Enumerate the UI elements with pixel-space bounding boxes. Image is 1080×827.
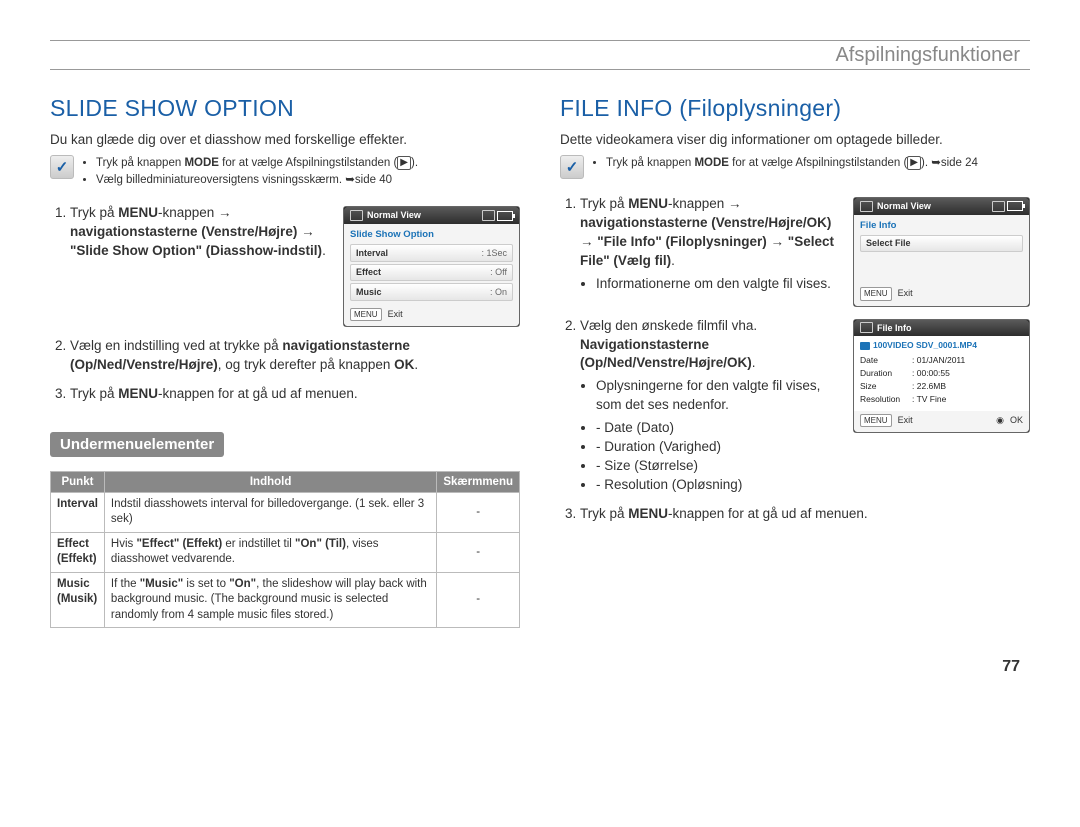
right-intro: Dette videokamera viser dig informatione…: [560, 132, 1030, 147]
info-row: ResolutionTV Fine: [860, 394, 1023, 406]
step-3: Tryk på MENU-knappen for at gå ud af men…: [70, 385, 520, 404]
table-row: Effect(Effekt) Hvis "Effect" (Effekt) er…: [51, 532, 520, 572]
manual-page: Afspilningsfunktioner SLIDE SHOW OPTION …: [50, 40, 1030, 676]
lcd-row: Interval: 1Sec: [350, 244, 513, 262]
left-intro: Du kan glæde dig over et diasshow med fo…: [50, 132, 520, 147]
lcd-row: Select File: [860, 235, 1023, 253]
section-title: Afspilningsfunktioner: [835, 44, 1030, 67]
submenu-heading: Undermenuelementer: [50, 432, 224, 457]
battery-icon: [497, 211, 513, 221]
lcd-screenshot-fileinfo-menu: Normal View File Info Select File MENUEx…: [853, 197, 1030, 307]
col-header: Indhold: [104, 471, 436, 492]
lcd-screenshot-slideshow: Normal View Slide Show Option Interval: …: [343, 206, 520, 327]
play-mode-icon: ▶: [907, 156, 921, 170]
right-column: FILE INFO (Filoplysninger) Dette videoka…: [560, 95, 1030, 628]
photo-icon: [350, 210, 363, 221]
page-number: 77: [50, 658, 1030, 676]
folder-icon: [860, 342, 870, 350]
precond-list: Tryk på knappen MODE for at vælge Afspil…: [82, 155, 418, 188]
step-2: Vælg en indstilling ved at trykke på nav…: [70, 337, 520, 375]
right-heading: FILE INFO (Filoplysninger): [560, 95, 1030, 122]
lcd-row: Effect: Off: [350, 264, 513, 282]
left-steps: Tryk på MENU-knappen → navigationstaster…: [50, 204, 520, 404]
lcd-row: Music: On: [350, 283, 513, 301]
lcd-menu-title: File Info: [860, 219, 1023, 232]
card-icon: [482, 210, 495, 221]
ok-icon: ◉: [996, 414, 1004, 427]
step-bullet: Informationerne om den valgte fil vises.: [596, 275, 841, 294]
info-row: Size22.6MB: [860, 381, 1023, 393]
list-item: Size (Størrelse): [596, 457, 841, 476]
lcd-menu-title: Slide Show Option: [350, 228, 513, 241]
check-icon: ✓: [560, 155, 584, 179]
step-3: Tryk på MENU-knappen for at gå ud af men…: [580, 505, 1030, 524]
col-header: Punkt: [51, 471, 105, 492]
list-item: Resolution (Opløsning): [596, 476, 841, 495]
step-bullet: Oplysningerne for den valgte fil vises, …: [596, 377, 841, 415]
list-item: Date (Dato): [596, 419, 841, 438]
menu-key-icon: MENU: [860, 414, 892, 427]
menu-key-icon: MENU: [350, 308, 382, 321]
col-header: Skærmmenu: [437, 471, 520, 492]
right-steps: Tryk på MENU-knappen → navigationstaster…: [560, 195, 1030, 524]
section-header: Afspilningsfunktioner: [50, 40, 1030, 70]
battery-icon: [1007, 201, 1023, 211]
table-row: Music(Musik) If the "Music" is set to "O…: [51, 572, 520, 628]
two-column-layout: SLIDE SHOW OPTION Du kan glæde dig over …: [50, 95, 1030, 628]
list-item: Duration (Varighed): [596, 438, 841, 457]
left-column: SLIDE SHOW OPTION Du kan glæde dig over …: [50, 95, 520, 628]
video-icon: [860, 322, 873, 333]
precond-list: Tryk på knappen MODE for at vælge Afspil…: [592, 155, 978, 179]
dash-list: Date (Dato) Duration (Varighed) Size (St…: [580, 419, 841, 495]
table-row: Interval Indstil diasshowets interval fo…: [51, 492, 520, 532]
right-preconditions: ✓ Tryk på knappen MODE for at vælge Afsp…: [560, 155, 1030, 179]
step-2: Vælg den ønskede filmfil vha. Navigation…: [580, 317, 1030, 495]
video-icon: [860, 201, 873, 212]
step-1: Tryk på MENU-knappen → navigationstaster…: [70, 204, 520, 327]
info-row: Date01/JAN/2011: [860, 355, 1023, 367]
step-1: Tryk på MENU-knappen → navigationstaster…: [580, 195, 1030, 307]
precond-item: Vælg billedminiatureoversigtens visnings…: [96, 172, 418, 189]
info-row: Duration00:00:55: [860, 368, 1023, 380]
precond-item: Tryk på knappen MODE for at vælge Afspil…: [606, 155, 978, 172]
precond-item: Tryk på knappen MODE for at vælge Afspil…: [96, 155, 418, 172]
left-preconditions: ✓ Tryk på knappen MODE for at vælge Afsp…: [50, 155, 520, 188]
lcd-screenshot-fileinfo-detail: File Info 100VIDEO SDV_0001.MP4 Date01/J…: [853, 319, 1030, 433]
file-path: 100VIDEO SDV_0001.MP4: [860, 340, 1023, 352]
menu-key-icon: MENU: [860, 287, 892, 300]
check-icon: ✓: [50, 155, 74, 179]
card-icon: [992, 201, 1005, 212]
play-mode-icon: ▶: [397, 156, 411, 170]
submenu-table: Punkt Indhold Skærmmenu Interval Indstil…: [50, 471, 520, 629]
left-heading: SLIDE SHOW OPTION: [50, 95, 520, 122]
